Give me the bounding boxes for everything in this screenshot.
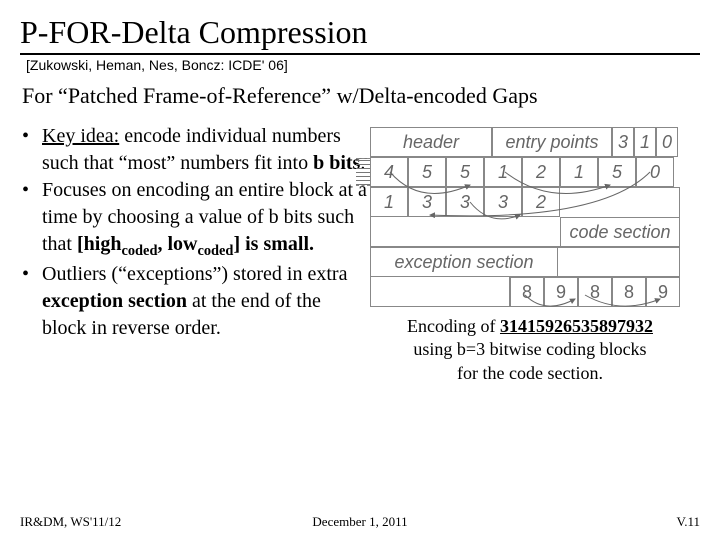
content-area: Key idea: encode individual numbers such… (20, 123, 700, 385)
diagram-row2-cell: 5 (408, 157, 446, 187)
caption-number: 31415926535897932 (500, 316, 653, 336)
title-underline (20, 53, 700, 55)
bullet-1-bbits: b bits (313, 152, 360, 174)
footer-center: December 1, 2011 (247, 514, 474, 530)
bullet-3-pre: Outliers (“exceptions”) stored in extra (42, 263, 347, 285)
diagram-exceptionsection-label: exception section (370, 247, 558, 277)
diagram-topnum: 0 (656, 127, 678, 157)
diagram-row2-cell: 4 (370, 157, 408, 187)
diagram-codesection-label: code section (560, 217, 680, 247)
citation: [Zukowski, Heman, Nes, Boncz: ICDE' 06] (26, 57, 700, 73)
diagram-row3-cell: 3 (446, 187, 484, 217)
bullets-column: Key idea: encode individual numbers such… (20, 123, 370, 385)
subtitle: For “Patched Frame-of-Reference” w/Delta… (22, 83, 700, 109)
diagram-row2-cell: 1 (560, 157, 598, 187)
diagram-row2-cell: 5 (598, 157, 636, 187)
footer-right: V.11 (473, 514, 700, 530)
diagram-row3-cell: 1 (370, 187, 408, 217)
diagram-row2-cell: 0 (636, 157, 674, 187)
diagram-exc-cell: 9 (646, 277, 680, 307)
diagram-topnum: 3 (612, 127, 634, 157)
slide-title: P-FOR-Delta Compression (20, 14, 700, 51)
diagram-exc-cell: 8 (510, 277, 544, 307)
diagram-row2-cell: 2 (522, 157, 560, 187)
bullet-1-keyidea: Key idea: (42, 125, 119, 147)
bullet-2: Focuses on encoding an entire block at a… (20, 177, 370, 261)
diagram-entrypoints-cell: entry points (492, 127, 612, 157)
bullet-3: Outliers (“exceptions”) stored in extra … (20, 261, 370, 342)
diagram-row3-cell: 2 (522, 187, 560, 217)
diagram-exc-cell: 9 (544, 277, 578, 307)
footer: IR&DM, WS'11/12 December 1, 2011 V.11 (20, 514, 700, 530)
diagram-row3-cell: 3 (484, 187, 522, 217)
diagram-row3-cell: 3 (408, 187, 446, 217)
diagram-topnum: 1 (634, 127, 656, 157)
diagram-column: header entry points 3 1 0 4 5 5 1 2 1 5 … (370, 123, 690, 385)
hatch-decoration (356, 158, 370, 186)
diagram-row2-cell: 5 (446, 157, 484, 187)
diagram-caption: Encoding of 31415926535897932 using b=3 … (370, 315, 690, 385)
diagram: header entry points 3 1 0 4 5 5 1 2 1 5 … (370, 127, 680, 307)
diagram-exc-cell: 8 (578, 277, 612, 307)
diagram-exc-cell: 8 (612, 277, 646, 307)
bullet-3-bold: exception section (42, 290, 187, 312)
diagram-row2-cell: 1 (484, 157, 522, 187)
footer-left: IR&DM, WS'11/12 (20, 514, 247, 530)
diagram-header-cell: header (370, 127, 492, 157)
bullet-1: Key idea: encode individual numbers such… (20, 123, 370, 177)
